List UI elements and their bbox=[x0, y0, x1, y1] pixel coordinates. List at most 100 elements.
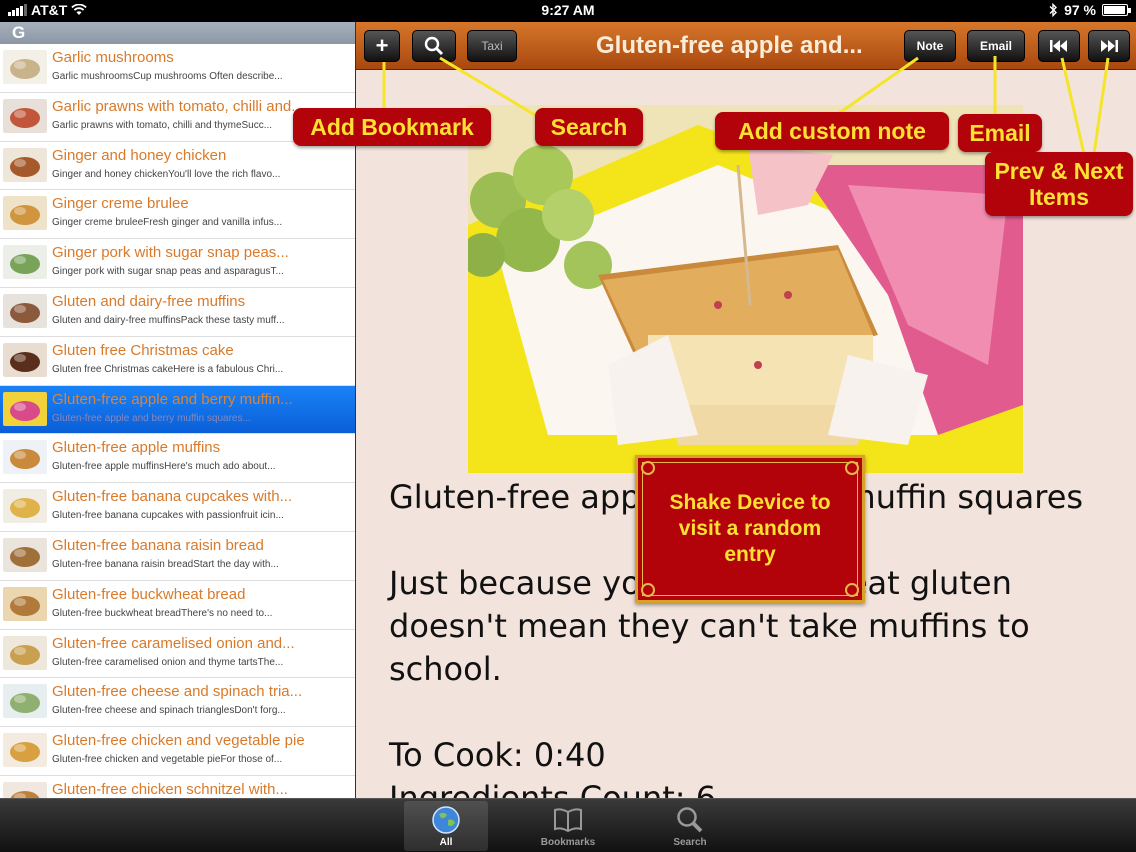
list-item-title: Gluten-free chicken and vegetable pie bbox=[52, 732, 305, 750]
battery-icon bbox=[1102, 4, 1131, 16]
tab-search[interactable]: Search bbox=[648, 801, 732, 851]
list-item-subtitle: Ginger pork with sugar snap peas and asp… bbox=[52, 266, 284, 278]
list-item[interactable]: Garlic mushrooms Garlic mushroomsCup mush… bbox=[0, 44, 355, 93]
list-item-subtitle: Gluten-free banana raisin breadStart the… bbox=[52, 558, 279, 570]
recipe-thumbnail bbox=[3, 342, 47, 377]
list-item-title: Ginger creme brulee bbox=[52, 195, 189, 213]
add-note-callout: Add custom note bbox=[715, 112, 949, 150]
list-item[interactable]: Gluten-free banana raisin bread Gluten-fr… bbox=[0, 531, 355, 581]
next-item-button[interactable] bbox=[1088, 30, 1130, 62]
toolbar: + Taxi Gluten-free apple and... Note Ema… bbox=[356, 22, 1136, 70]
tab-bookmarks-label: Bookmarks bbox=[540, 837, 596, 848]
list-item[interactable]: Gluten-free buckwheat bread Gluten-free b… bbox=[0, 580, 355, 630]
list-item-title: Gluten and dairy-free muffins bbox=[52, 292, 246, 310]
recipe-thumbnail bbox=[3, 196, 47, 231]
globe-icon bbox=[432, 806, 460, 834]
recipe-thumbnail bbox=[3, 50, 47, 84]
recipe-thumbnail bbox=[3, 781, 47, 798]
list-item-title: Gluten-free banana raisin bread bbox=[52, 536, 264, 554]
list-item-subtitle: Gluten-free apple and berry muffin squar… bbox=[52, 412, 251, 424]
list-item[interactable]: Gluten-free caramelised onion and... Glut… bbox=[0, 629, 355, 679]
recipe-thumbnail bbox=[3, 733, 47, 768]
page-title: Gluten-free apple and... bbox=[596, 32, 863, 59]
tab-bookmarks[interactable]: Bookmarks bbox=[526, 801, 610, 851]
list-item-title: Ginger pork with sugar snap peas... bbox=[52, 244, 289, 262]
list-item-title: Gluten-free apple muffins bbox=[52, 439, 221, 457]
recipe-thumbnail bbox=[3, 147, 47, 182]
add-bookmark-callout: Add Bookmark bbox=[293, 108, 491, 146]
list-item-subtitle: Gluten and dairy-free muffinsPack these … bbox=[52, 314, 285, 326]
list-item-title: Gluten-free caramelised onion and... bbox=[52, 634, 295, 652]
next-icon bbox=[1101, 40, 1118, 52]
search-icon bbox=[677, 807, 703, 833]
shake-callout: Shake Device to visit a random entry bbox=[635, 455, 865, 603]
email-callout: Email bbox=[958, 114, 1042, 152]
list-item-subtitle: Gluten free Christmas cakeHere is a fabu… bbox=[52, 363, 284, 375]
recipe-thumbnail bbox=[3, 293, 47, 328]
list-item-subtitle: Ginger creme bruleeFresh ginger and vani… bbox=[52, 217, 283, 229]
email-button[interactable]: Email bbox=[967, 30, 1025, 62]
list-item[interactable]: Gluten-free apple muffins Gluten-free app… bbox=[0, 434, 355, 484]
shake-callout-text: Shake Device to visit a random entry bbox=[642, 462, 858, 596]
previous-icon bbox=[1050, 40, 1067, 52]
recipe-thumbnail bbox=[3, 635, 47, 670]
search-button[interactable] bbox=[412, 30, 456, 62]
list-item[interactable]: Ginger pork with sugar snap peas... Ginge… bbox=[0, 239, 355, 288]
recipe-thumbnail bbox=[3, 391, 47, 426]
tab-all[interactable]: All bbox=[404, 801, 488, 851]
battery-percent: 97 % bbox=[1064, 2, 1096, 18]
list-item-subtitle: Ginger and honey chickenYou'll love the … bbox=[52, 168, 281, 180]
recipe-thumbnail bbox=[3, 586, 47, 621]
search-callout: Search bbox=[535, 108, 643, 146]
list-item-subtitle: Gluten-free apple muffinsHere's much ado… bbox=[52, 461, 276, 473]
cook-time: To Cook: 0:40 bbox=[389, 736, 606, 774]
list-item-title: Garlic mushrooms bbox=[52, 49, 174, 66]
ingredients-count: Ingredients Count: 6 bbox=[389, 779, 717, 798]
list-item-subtitle: Garlic prawns with tomato, chilli and th… bbox=[52, 119, 273, 131]
tab-bar: All Bookmarks Search bbox=[0, 798, 1136, 852]
list-item-subtitle: Gluten-free buckwheat breadThere's no ne… bbox=[52, 607, 273, 619]
recipe-thumbnail bbox=[3, 440, 47, 475]
list-item-subtitle: Gluten-free chicken and vegetable pieFor… bbox=[52, 754, 283, 766]
list-item[interactable]: Ginger and honey chicken Ginger and honey… bbox=[0, 141, 355, 191]
recipe-thumbnail bbox=[3, 684, 47, 719]
prev-item-button[interactable] bbox=[1038, 30, 1080, 62]
note-button[interactable]: Note bbox=[904, 30, 956, 62]
tab-search-label: Search bbox=[673, 837, 707, 848]
recipe-thumbnail bbox=[3, 489, 47, 524]
prev-next-callout: Prev & Next Items bbox=[985, 152, 1133, 216]
list-item[interactable]: Gluten-free chicken schnitzel with... bbox=[0, 775, 355, 798]
list-item[interactable]: Gluten free Christmas cake Gluten free Ch… bbox=[0, 336, 355, 386]
recipe-photo bbox=[468, 105, 1023, 473]
search-icon bbox=[424, 36, 444, 56]
list-item-title: Gluten free Christmas cake bbox=[52, 341, 234, 359]
list-item-title: Gluten-free buckwheat bread bbox=[52, 585, 246, 603]
recipe-thumbnail bbox=[3, 245, 47, 280]
tab-all-label: All bbox=[439, 837, 453, 848]
list-item-subtitle: Gluten-free banana cupcakes with passion… bbox=[52, 510, 284, 522]
taxi-button[interactable]: Taxi bbox=[467, 30, 517, 62]
list-item-subtitle: Gluten-free cheese and spinach triangles… bbox=[52, 705, 286, 717]
clock: 9:27 AM bbox=[541, 2, 595, 18]
list-item-subtitle: Garlic mushroomsCup mushrooms Often desc… bbox=[52, 71, 283, 82]
list-item[interactable]: Gluten and dairy-free muffins Gluten and … bbox=[0, 287, 355, 337]
add-bookmark-button[interactable]: + bbox=[364, 30, 400, 62]
list-item-title: Gluten-free chicken schnitzel with... bbox=[52, 780, 288, 798]
list-item[interactable]: Gluten-free apple and berry muffin... Glu… bbox=[0, 385, 355, 435]
list-item[interactable]: Gluten-free cheese and spinach tria... Gl… bbox=[0, 678, 355, 728]
list-item-subtitle: Gluten-free caramelised onion and thyme … bbox=[52, 656, 284, 668]
book-icon bbox=[554, 808, 582, 833]
list-item-title: Gluten-free cheese and spinach tria... bbox=[52, 683, 303, 701]
list-item[interactable]: Gluten-free chicken and vegetable pie Glu… bbox=[0, 727, 355, 776]
recipe-thumbnail bbox=[3, 537, 47, 572]
status-bar: AT&T 9:27 AM 97 % bbox=[0, 0, 1136, 22]
recipe-thumbnail bbox=[3, 98, 47, 133]
list-item-title: Gluten-free apple and berry muffin... bbox=[52, 390, 293, 408]
list-item-title: Ginger and honey chicken bbox=[52, 146, 227, 164]
list-item-title: Gluten-free banana cupcakes with... bbox=[52, 488, 293, 506]
bluetooth-icon bbox=[1049, 3, 1058, 17]
list-item[interactable]: Ginger creme brulee Ginger creme bruleeFr… bbox=[0, 190, 355, 240]
list-item-title: Garlic prawns with tomato, chilli and... bbox=[52, 97, 304, 115]
section-header: G bbox=[0, 22, 355, 44]
list-item[interactable]: Gluten-free banana cupcakes with... Glute… bbox=[0, 483, 355, 532]
